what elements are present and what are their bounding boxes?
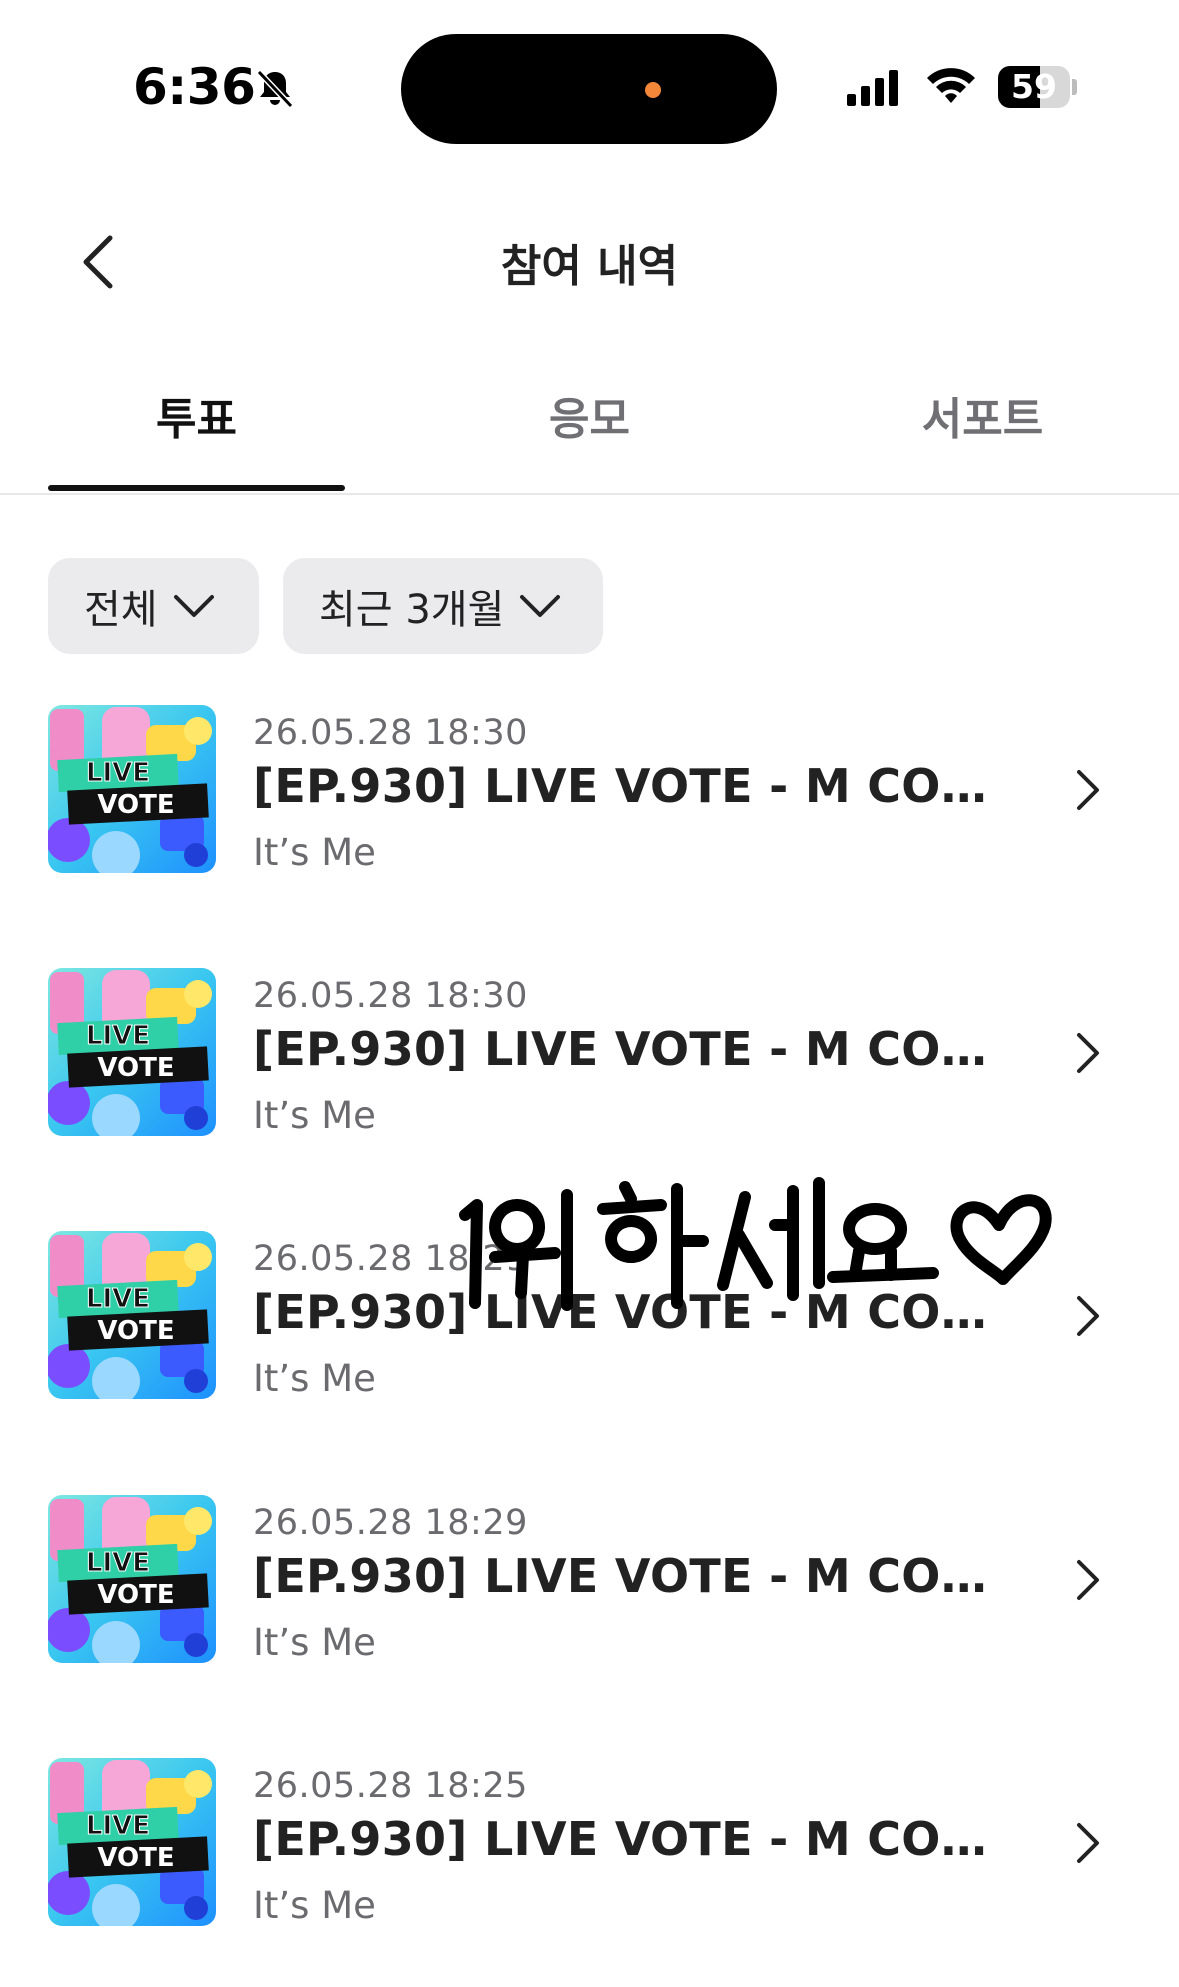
chevron-right-icon bbox=[1077, 1560, 1099, 1600]
live-vote-thumbnail: LIVE VOTE bbox=[48, 1231, 216, 1399]
item-title: [EP.930] LIVE VOTE - M COUNTDOWN bbox=[253, 1285, 1013, 1339]
live-vote-thumbnail: LIVE VOTE bbox=[48, 1495, 216, 1663]
live-vote-thumbnail: LIVE VOTE bbox=[48, 968, 216, 1136]
item-subtitle: It’s Me bbox=[253, 1357, 376, 1400]
battery-icon: 59 bbox=[998, 66, 1077, 110]
chevron-right-icon bbox=[1077, 1033, 1099, 1073]
active-tab-indicator bbox=[48, 485, 345, 491]
svg-text:LIVE: LIVE bbox=[86, 1548, 150, 1578]
svg-text:VOTE: VOTE bbox=[97, 790, 174, 820]
item-title: [EP.930] LIVE VOTE - M COUNTDOWN bbox=[253, 1022, 1013, 1076]
tab-bar: 투표 응모 서포트 bbox=[0, 380, 1179, 495]
chevron-right-icon bbox=[1077, 1296, 1099, 1336]
status-bar: 6:36 59 bbox=[0, 0, 1179, 170]
tab-entry[interactable]: 응모 bbox=[441, 380, 738, 493]
item-title: [EP.930] LIVE VOTE - M COUNTDOWN bbox=[253, 1812, 1013, 1866]
status-time: 6:36 bbox=[133, 58, 256, 116]
list-item[interactable]: LIVE VOTE 26.05.28 18:30 [EP.930] LIVE V… bbox=[0, 968, 1179, 1158]
filter-period-dropdown[interactable]: 최근 3개월 bbox=[283, 558, 603, 654]
item-title: [EP.930] LIVE VOTE - M COUNTDOWN bbox=[253, 1549, 1013, 1603]
svg-text:LIVE: LIVE bbox=[86, 758, 150, 788]
item-date: 26.05.28 18:29 bbox=[253, 1239, 528, 1279]
item-date: 26.05.28 18:30 bbox=[253, 976, 528, 1016]
filter-period-label: 최근 3개월 bbox=[319, 587, 505, 633]
svg-text:VOTE: VOTE bbox=[97, 1843, 174, 1873]
signal-icon bbox=[847, 70, 898, 106]
item-subtitle: It’s Me bbox=[253, 1884, 376, 1927]
page-title: 참여 내역 bbox=[500, 241, 679, 292]
list-item[interactable]: LIVE VOTE 26.05.28 18:30 [EP.930] LIVE V… bbox=[0, 705, 1179, 895]
list-item[interactable]: LIVE VOTE 26.05.28 18:29 [EP.930] LIVE V… bbox=[0, 1231, 1179, 1421]
live-vote-thumbnail: LIVE VOTE bbox=[48, 705, 216, 873]
svg-text:LIVE: LIVE bbox=[86, 1021, 150, 1051]
bell-slash-icon bbox=[256, 69, 294, 109]
list-item[interactable]: LIVE VOTE 26.05.28 18:29 [EP.930] LIVE V… bbox=[0, 1495, 1179, 1685]
battery-body: 59 bbox=[998, 66, 1070, 108]
chevron-right-icon bbox=[1077, 770, 1099, 810]
tab-support[interactable]: 서포트 bbox=[834, 380, 1131, 493]
item-title: [EP.930] LIVE VOTE - M COUNTDOWN bbox=[253, 759, 1013, 813]
item-date: 26.05.28 18:30 bbox=[253, 713, 528, 753]
svg-text:LIVE: LIVE bbox=[86, 1284, 150, 1314]
battery-percentage: 59 bbox=[1011, 67, 1057, 106]
svg-text:VOTE: VOTE bbox=[97, 1053, 174, 1083]
live-vote-thumbnail: LIVE VOTE bbox=[48, 1758, 216, 1926]
chevron-down-icon bbox=[173, 595, 214, 617]
item-date: 26.05.28 18:29 bbox=[253, 1503, 528, 1543]
item-subtitle: It’s Me bbox=[253, 831, 376, 874]
item-date: 26.05.28 18:25 bbox=[253, 1766, 528, 1806]
svg-text:VOTE: VOTE bbox=[97, 1316, 174, 1346]
dynamic-island bbox=[401, 34, 777, 144]
list-item[interactable]: LIVE VOTE 26.05.28 18:25 [EP.930] LIVE V… bbox=[0, 1758, 1179, 1948]
filter-category-dropdown[interactable]: 전체 bbox=[48, 558, 259, 654]
filter-category-label: 전체 bbox=[84, 587, 158, 633]
item-subtitle: It’s Me bbox=[253, 1094, 376, 1137]
chevron-right-icon bbox=[1077, 1823, 1099, 1863]
item-subtitle: It’s Me bbox=[253, 1621, 376, 1664]
tab-vote[interactable]: 투표 bbox=[48, 380, 345, 493]
svg-text:LIVE: LIVE bbox=[86, 1811, 150, 1841]
wifi-icon bbox=[927, 68, 975, 103]
battery-cap bbox=[1072, 79, 1077, 95]
privacy-indicator-dot bbox=[645, 82, 661, 98]
chevron-down-icon bbox=[520, 595, 561, 617]
svg-text:VOTE: VOTE bbox=[97, 1580, 174, 1610]
